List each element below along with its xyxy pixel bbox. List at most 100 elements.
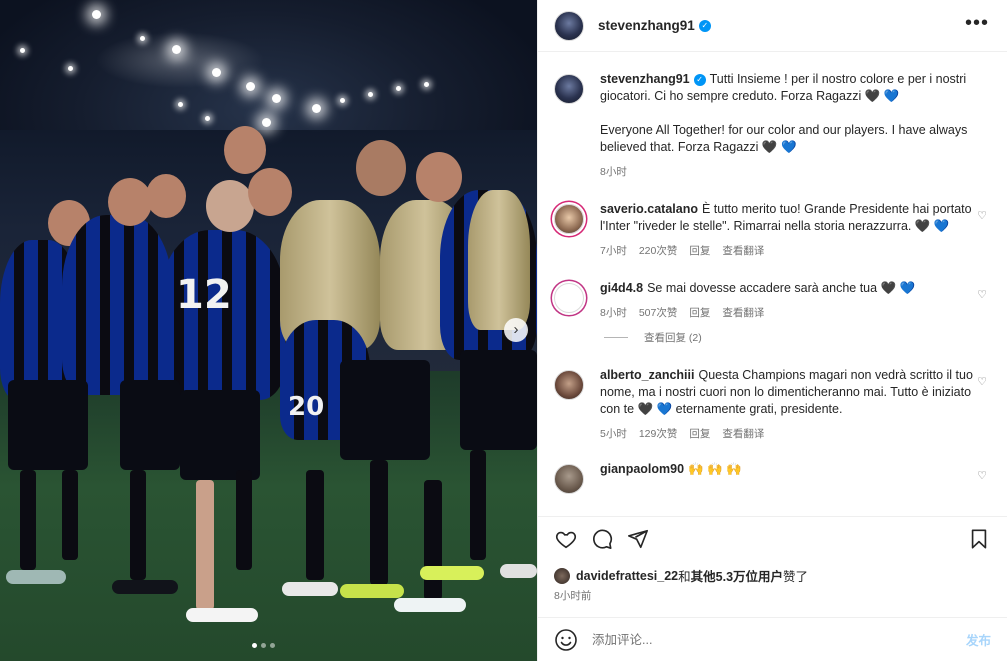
divider	[604, 337, 628, 338]
player-leg	[196, 480, 214, 610]
chevron-right-icon: ›	[513, 321, 519, 338]
view-replies-button[interactable]: 查看回复 (2)	[604, 330, 991, 345]
football-boot	[112, 580, 178, 594]
player-head	[416, 152, 462, 202]
floodlight	[205, 116, 210, 121]
post-image[interactable]: 12 20 9 6 ›	[0, 0, 537, 661]
view-replies-label: 查看回复 (2)	[644, 332, 702, 344]
comments-list[interactable]: stevenzhang91 ✓ Tutti Insieme ! per il nos…	[538, 53, 1007, 515]
comment-username[interactable]: saverio.catalano	[600, 202, 698, 216]
player-head	[206, 180, 254, 232]
player-head	[224, 126, 266, 174]
comment-text-end: eternamente grati, presidente.	[675, 402, 843, 416]
translate-button[interactable]: 查看翻译	[722, 243, 764, 258]
player-head	[146, 174, 186, 218]
comment-likes[interactable]: 507次赞	[639, 305, 678, 320]
football-boot	[394, 598, 466, 612]
action-bar	[538, 516, 1007, 560]
author-avatar[interactable]	[554, 10, 584, 41]
reply-button[interactable]: 回复	[689, 426, 710, 441]
player-head	[108, 178, 152, 226]
commenter-avatar[interactable]	[554, 283, 584, 313]
blue-heart-emoji: 💙	[933, 219, 950, 233]
comment-username[interactable]: gi4d4.8	[600, 281, 643, 295]
football-boot	[340, 584, 404, 598]
comment-like-heart-icon[interactable]: ♡	[977, 288, 987, 301]
floodlight	[396, 86, 401, 91]
other-likers[interactable]: 其他5.3万位用户	[691, 566, 783, 585]
comment-time: 8小时	[600, 307, 627, 319]
post-comment-button[interactable]: 发布	[966, 630, 991, 649]
shirt-number: 20	[288, 392, 325, 422]
verified-badge-icon: ✓	[693, 73, 706, 86]
carousel-next-button[interactable]: ›	[504, 318, 528, 342]
player-leg	[236, 470, 252, 570]
comment-like-heart-icon[interactable]: ♡	[977, 375, 987, 388]
commenter-avatar[interactable]	[554, 370, 584, 400]
like-button[interactable]	[550, 523, 582, 555]
caption-username[interactable]: stevenzhang91	[600, 72, 690, 86]
player-shorts	[340, 360, 430, 460]
more-horizontal-icon[interactable]: •••	[965, 13, 989, 33]
commenter-avatar[interactable]	[554, 464, 584, 494]
comment-time: 7小时	[600, 245, 627, 257]
player-leg	[424, 480, 442, 600]
save-button[interactable]	[963, 523, 995, 555]
reply-button[interactable]: 回复	[689, 243, 710, 258]
black-heart-emoji: 🖤	[637, 402, 654, 416]
likes-summary[interactable]: davidefrattesi_22 和其他5.3万位用户 赞了	[554, 566, 808, 585]
comment-input[interactable]	[592, 632, 966, 647]
likes-suffix: 赞了	[783, 570, 809, 584]
comment-username[interactable]: gianpaolom90	[600, 462, 684, 476]
floodlight	[340, 98, 345, 103]
caption-time: 8小时	[600, 166, 627, 178]
translate-button[interactable]: 查看翻译	[722, 305, 764, 320]
comment-button[interactable]	[586, 523, 618, 555]
floodlight	[20, 48, 25, 53]
commenter-avatar[interactable]	[554, 204, 584, 234]
caption: stevenzhang91 ✓ Tutti Insieme ! per il nos…	[554, 71, 991, 179]
black-heart-emoji: 🖤	[864, 89, 881, 103]
football-boot	[6, 570, 66, 584]
post-timestamp: 8小时前	[554, 590, 592, 602]
comment: saverio.catalano È tutto merito tuo! Gran…	[554, 201, 991, 258]
comment-likes[interactable]: 220次赞	[639, 243, 678, 258]
carousel-dot	[270, 643, 275, 648]
translate-button[interactable]: 查看翻译	[722, 426, 764, 441]
reply-button[interactable]: 回复	[689, 305, 710, 320]
comment-likes[interactable]: 129次赞	[639, 426, 678, 441]
author-username[interactable]: stevenzhang91	[598, 18, 695, 33]
floodlight	[246, 82, 255, 91]
floodlight	[178, 102, 183, 107]
player-leg	[20, 470, 36, 570]
bookmark-icon	[971, 528, 987, 549]
comment-username[interactable]: alberto_zanchiii	[600, 368, 694, 382]
comment-like-heart-icon[interactable]: ♡	[977, 209, 987, 222]
comment-like-heart-icon[interactable]: ♡	[977, 469, 987, 482]
comment-icon	[593, 529, 613, 549]
player-shorts	[120, 380, 180, 470]
football-boot	[282, 582, 338, 596]
emoji-icon[interactable]	[554, 628, 578, 652]
likes-and: 和	[678, 570, 691, 584]
post-panel: stevenzhang91 ✓ ••• stevenzhang91 ✓ Tutti …	[537, 0, 1007, 661]
football-boot	[186, 608, 258, 622]
floodlight	[262, 118, 271, 127]
training-bib	[468, 190, 530, 330]
verified-badge-icon: ✓	[698, 19, 711, 32]
player-leg	[130, 470, 146, 580]
player-shorts	[180, 390, 260, 480]
author-avatar[interactable]	[554, 74, 584, 104]
first-liker[interactable]: davidefrattesi_22	[576, 569, 678, 583]
player-leg	[306, 470, 324, 580]
comment: gi4d4.8 Se mai dovesse accadere sarà anch…	[554, 280, 991, 320]
share-button[interactable]	[622, 523, 654, 555]
comment-text: Se mai dovesse accadere sarà anche tua	[647, 281, 878, 295]
floodlight	[368, 92, 373, 97]
football-boot	[420, 566, 484, 580]
carousel-dot	[261, 643, 266, 648]
floodlight	[172, 45, 181, 54]
shirt-number: 12	[176, 272, 232, 318]
floodlight	[424, 82, 429, 87]
black-heart-emoji: 🖤	[761, 140, 778, 154]
